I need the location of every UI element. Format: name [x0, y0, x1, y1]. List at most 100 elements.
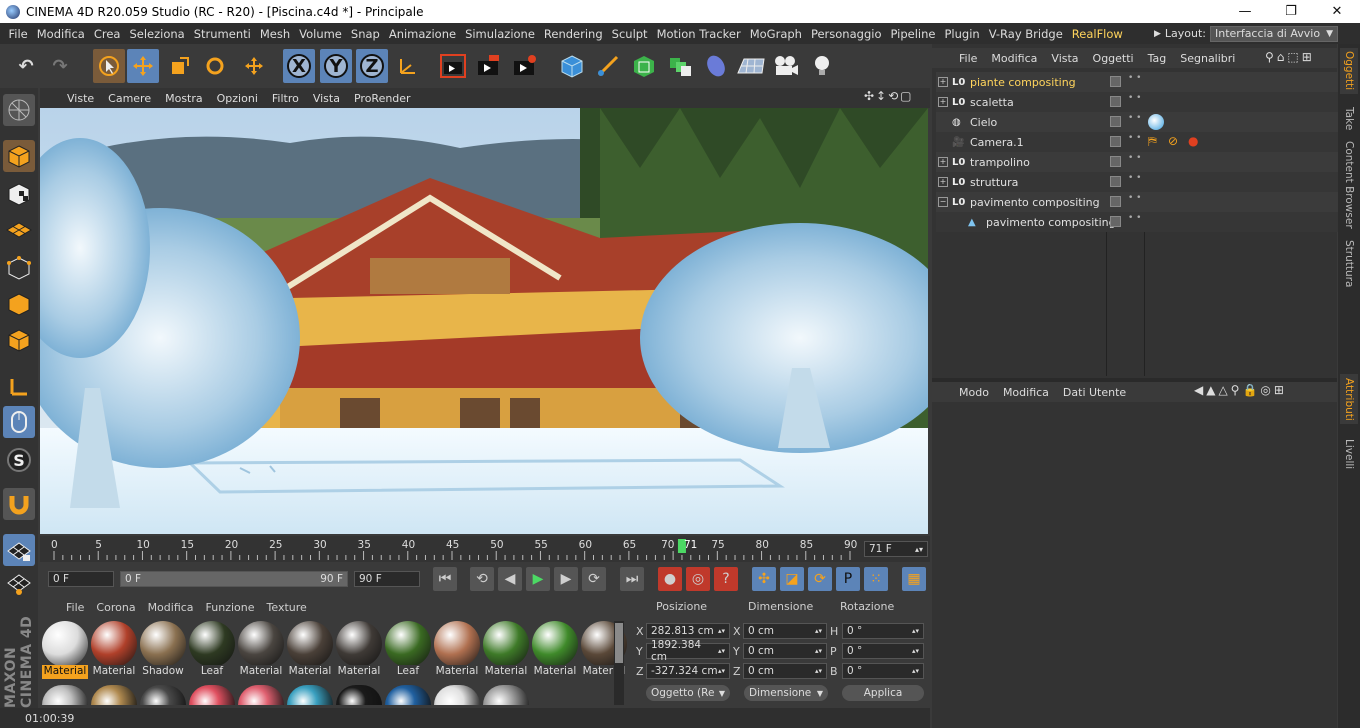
menu-mograph[interactable]: MoGraph	[745, 27, 806, 41]
keyframe-selection-button[interactable]: ?	[714, 567, 738, 591]
material-label[interactable]: Material	[434, 665, 480, 679]
attributes-menu-modifica[interactable]: Modifica	[996, 386, 1056, 399]
menu-modifica[interactable]: Modifica	[32, 27, 89, 41]
dimension-field[interactable]: 0 cm ▴▾	[743, 663, 827, 679]
protection-tag-icon[interactable]: ⊘	[1168, 134, 1178, 148]
workplane-mode-button[interactable]	[3, 214, 35, 246]
snap-button[interactable]: S	[3, 444, 35, 476]
side-tab-struttura[interactable]: Struttura	[1340, 234, 1358, 294]
menu-mesh[interactable]: Mesh	[255, 27, 294, 41]
material-swatch[interactable]	[434, 621, 480, 667]
object-name[interactable]: struttura	[970, 176, 1018, 189]
side-tab-content-browser[interactable]: Content Browser	[1340, 140, 1358, 230]
camera-button[interactable]	[770, 49, 802, 83]
subdivision-button[interactable]	[628, 49, 660, 83]
preview-range-slider[interactable]: 0 F 90 F	[120, 571, 348, 587]
material-swatch[interactable]	[385, 685, 431, 705]
material-swatch[interactable]	[336, 621, 382, 667]
material-swatch[interactable]	[287, 685, 333, 705]
texture-mode-button[interactable]	[3, 178, 35, 210]
camera-tag-icon[interactable]: ●	[1188, 134, 1198, 148]
model-mode-button[interactable]	[3, 140, 35, 172]
start-frame-field[interactable]: 0 F	[48, 571, 114, 587]
expand-icon[interactable]: +	[938, 177, 948, 187]
visibility-dots-icon[interactable]: • •	[1128, 174, 1141, 183]
visibility-dots-icon[interactable]: • •	[1128, 134, 1141, 143]
record-parameter-button[interactable]: P	[836, 567, 860, 591]
menu-animazione[interactable]: Animazione	[384, 27, 460, 41]
menu-crea[interactable]: Crea	[89, 27, 125, 41]
object-name[interactable]: scaletta	[970, 96, 1014, 109]
object-name[interactable]: pavimento compositing	[986, 216, 1116, 229]
end-frame-field[interactable]: 90 F	[354, 571, 420, 587]
material-swatch[interactable]	[238, 621, 284, 667]
material-menu-funzione[interactable]: Funzione	[200, 601, 261, 614]
object-row[interactable]: + L0 scaletta • •	[936, 92, 1341, 112]
layer-icon[interactable]	[1110, 136, 1121, 147]
material-label[interactable]: Material	[238, 665, 284, 679]
magnet-button[interactable]	[3, 488, 35, 520]
material-label[interactable]: Material	[91, 665, 137, 679]
material-swatch[interactable]	[287, 621, 333, 667]
material-menu-corona[interactable]: Corona	[90, 601, 141, 614]
layer-icon[interactable]	[1110, 176, 1121, 187]
array-button[interactable]	[664, 49, 696, 83]
play-button[interactable]: ▶	[526, 567, 550, 591]
visibility-dots-icon[interactable]: • •	[1128, 154, 1141, 163]
material-swatch[interactable]	[189, 621, 235, 667]
menu-sculpt[interactable]: Sculpt	[607, 27, 652, 41]
material-swatch[interactable]	[532, 621, 578, 667]
menu-simulazione[interactable]: Simulazione	[461, 27, 540, 41]
close-button[interactable]: ✕	[1314, 0, 1360, 23]
y-axis-button[interactable]: Y	[320, 49, 352, 83]
render-view-button[interactable]	[437, 49, 469, 83]
visibility-dots-icon[interactable]: • •	[1128, 194, 1141, 203]
view-menu-filtro[interactable]: Filtro	[265, 92, 306, 105]
view-menu-viste[interactable]: Viste	[60, 92, 101, 105]
material-swatch[interactable]	[434, 685, 480, 705]
expand-icon[interactable]: +	[938, 97, 948, 107]
material-swatch[interactable]	[91, 685, 137, 705]
material-label[interactable]: Shadow	[140, 665, 186, 679]
object-row[interactable]: ▲ pavimento compositing • •	[936, 212, 1341, 232]
light-button[interactable]	[806, 49, 838, 83]
material-swatch[interactable]	[91, 621, 137, 667]
object-row[interactable]: + L0 piante compositing • •	[936, 72, 1341, 92]
view-menu-opzioni[interactable]: Opzioni	[210, 92, 265, 105]
autokey-button[interactable]: ◎	[686, 567, 710, 591]
object-menu-vista[interactable]: Vista	[1044, 52, 1085, 65]
live-selection-button[interactable]	[93, 49, 125, 83]
side-tab-attributi[interactable]: Attributi	[1340, 374, 1358, 424]
dimension-field[interactable]: 0 cm ▴▾	[743, 623, 827, 639]
tweak-mode-button[interactable]	[3, 406, 35, 438]
view-menu-camere[interactable]: Camere	[101, 92, 158, 105]
object-row[interactable]: − L0 pavimento compositing • •	[936, 192, 1341, 212]
points-mode-button[interactable]	[3, 252, 35, 284]
visibility-dots-icon[interactable]: • •	[1128, 214, 1141, 223]
material-scrollbar[interactable]	[614, 621, 624, 705]
go-to-start-button[interactable]: ⏮	[433, 567, 457, 591]
layer-icon[interactable]	[1110, 196, 1121, 207]
go-to-end-button[interactable]: ⏭	[620, 567, 644, 591]
dimension-field[interactable]: 0 cm ▴▾	[743, 643, 827, 659]
layer-icon[interactable]	[1110, 116, 1121, 127]
rotation-field[interactable]: 0 ° ▴▾	[842, 663, 924, 679]
material-label[interactable]: Leaf	[189, 665, 235, 679]
dimension-mode-dropdown[interactable]: Dimensione ▼	[744, 685, 828, 701]
sky-tag-icon[interactable]	[1148, 114, 1164, 130]
menu-strumenti[interactable]: Strumenti	[189, 27, 255, 41]
cube-object-button[interactable]	[556, 49, 588, 83]
move-tool-button[interactable]	[127, 49, 159, 83]
menu-snap[interactable]: Snap	[346, 27, 384, 41]
object-row[interactable]: ◍ Cielo • •	[936, 112, 1341, 132]
expand-icon[interactable]: +	[938, 157, 948, 167]
render-to-picture-viewer-button[interactable]	[473, 49, 505, 83]
side-tab-livelli[interactable]: Livelli	[1340, 434, 1358, 474]
material-menu-texture[interactable]: Texture	[261, 601, 313, 614]
menu-rendering[interactable]: Rendering	[539, 27, 607, 41]
view-menu-vista[interactable]: Vista	[306, 92, 347, 105]
object-menu-tag[interactable]: Tag	[1141, 52, 1174, 65]
coordinate-mode-dropdown[interactable]: Oggetto (Re ▼	[646, 685, 730, 701]
previous-key-button[interactable]: ⟲	[470, 567, 494, 591]
material-swatch[interactable]	[238, 685, 284, 705]
